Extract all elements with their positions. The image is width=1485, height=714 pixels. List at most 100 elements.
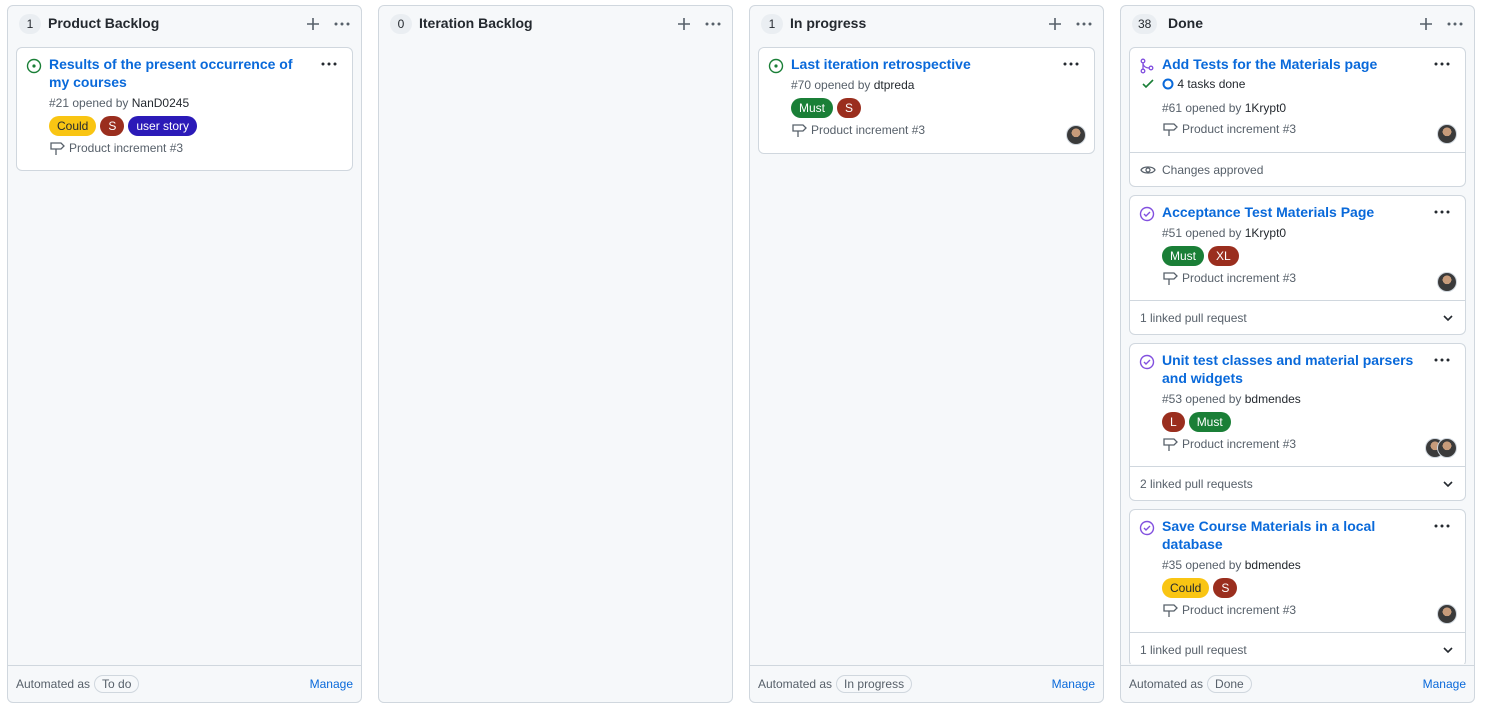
author-link[interactable]: NanD0245 xyxy=(132,96,189,110)
milestone[interactable]: Product increment #3 xyxy=(1162,270,1425,286)
author-link[interactable]: dtpreda xyxy=(874,78,915,92)
card-menu-icon[interactable] xyxy=(1433,60,1451,68)
card-list: Results of the present occurrence of my … xyxy=(16,47,353,664)
milestone-icon xyxy=(792,124,807,137)
column-header: 0 Iteration Backlog xyxy=(379,6,732,44)
plus-icon[interactable] xyxy=(1418,16,1434,32)
card-title-link[interactable]: Unit test classes and material parsers a… xyxy=(1162,351,1425,387)
card-list: Add Tests for the Materials page 4 tasks… xyxy=(1129,47,1466,664)
label-list: Could S xyxy=(1162,578,1425,598)
task-circle-icon xyxy=(1162,78,1174,90)
kebab-horizontal-icon[interactable] xyxy=(1446,16,1464,32)
avatar[interactable] xyxy=(1066,125,1086,145)
card-meta: #51 opened by 1Krypt0 xyxy=(1162,224,1425,242)
task-count: 4 tasks done xyxy=(1177,77,1246,91)
card-list: Last iteration retrospective #70 opened … xyxy=(758,47,1095,664)
card-menu-icon[interactable] xyxy=(1433,208,1451,216)
eye-icon xyxy=(1140,165,1156,174)
avatar[interactable] xyxy=(1437,124,1457,144)
chevron-down-icon xyxy=(1443,480,1453,487)
pull-request-card[interactable]: Add Tests for the Materials page 4 tasks… xyxy=(1129,47,1466,187)
column-footer: Automated as In progress Manage xyxy=(750,665,1103,702)
assignees xyxy=(1437,272,1457,292)
milestone-icon xyxy=(50,142,65,155)
label-user-story[interactable]: user story xyxy=(128,116,198,136)
card-menu-icon[interactable] xyxy=(1433,522,1451,530)
milestone[interactable]: Product increment #3 xyxy=(1162,121,1425,137)
avatar[interactable] xyxy=(1437,438,1457,458)
issue-card[interactable]: Acceptance Test Materials Page #51 opene… xyxy=(1129,195,1466,335)
issue-card[interactable]: Last iteration retrospective #70 opened … xyxy=(758,47,1095,154)
milestone-label: Product increment #3 xyxy=(1182,603,1297,617)
column-title: In progress xyxy=(790,15,867,31)
card-meta: #53 opened by bdmendes xyxy=(1162,390,1425,408)
card-title-link[interactable]: Acceptance Test Materials Page xyxy=(1162,203,1425,221)
milestone[interactable]: Product increment #3 xyxy=(1162,602,1425,618)
author-link[interactable]: bdmendes xyxy=(1245,558,1301,572)
manage-link[interactable]: Manage xyxy=(310,677,353,691)
avatar[interactable] xyxy=(1437,604,1457,624)
label-size-s[interactable]: S xyxy=(1213,578,1238,598)
project-board: 1 Product Backlog Results of the present… xyxy=(0,0,1485,714)
plus-icon[interactable] xyxy=(1047,16,1063,32)
avatar[interactable] xyxy=(1437,272,1457,292)
label-list: Must XL xyxy=(1162,246,1425,266)
card-title-link[interactable]: Results of the present occurrence of my … xyxy=(49,55,312,91)
assignees xyxy=(1066,125,1086,145)
milestone[interactable]: Product increment #3 xyxy=(791,122,1054,138)
card-meta: #61 opened by 1Krypt0 xyxy=(1162,99,1425,117)
card-menu-icon[interactable] xyxy=(1433,356,1451,364)
author-link[interactable]: 1Krypt0 xyxy=(1245,226,1286,240)
issue-closed-icon xyxy=(1139,354,1155,370)
issue-card[interactable]: Results of the present occurrence of my … xyxy=(16,47,353,171)
column-header: 1 In progress xyxy=(750,6,1103,44)
column-count: 1 xyxy=(19,14,41,34)
label-could[interactable]: Could xyxy=(1162,578,1210,598)
milestone[interactable]: Product increment #3 xyxy=(49,140,312,156)
linked-pr-toggle[interactable]: 2 linked pull requests xyxy=(1130,466,1465,500)
plus-icon[interactable] xyxy=(305,16,321,32)
author-link[interactable]: bdmendes xyxy=(1245,392,1301,406)
card-title-link[interactable]: Add Tests for the Materials page xyxy=(1162,55,1425,73)
author-link[interactable]: 1Krypt0 xyxy=(1245,101,1286,115)
plus-icon[interactable] xyxy=(676,16,692,32)
label-could[interactable]: Could xyxy=(49,116,97,136)
pr-number: #61 opened by xyxy=(1162,101,1242,115)
label-must[interactable]: Must xyxy=(1162,246,1205,266)
review-status-label: Changes approved xyxy=(1162,162,1264,177)
label-must[interactable]: Must xyxy=(1188,412,1231,432)
kebab-horizontal-icon[interactable] xyxy=(704,16,722,32)
card-meta: #70 opened by dtpreda xyxy=(791,76,1054,94)
card-title-link[interactable]: Last iteration retrospective xyxy=(791,55,1054,73)
issue-card[interactable]: Unit test classes and material parsers a… xyxy=(1129,343,1466,501)
label-size-s[interactable]: S xyxy=(837,98,862,118)
manage-link[interactable]: Manage xyxy=(1423,677,1466,691)
automation-badge: To do xyxy=(94,675,140,693)
automation-badge: In progress xyxy=(836,675,913,693)
chevron-down-icon xyxy=(1443,314,1453,321)
manage-link[interactable]: Manage xyxy=(1052,677,1095,691)
label-size-xl[interactable]: XL xyxy=(1208,246,1239,266)
milestone[interactable]: Product increment #3 xyxy=(1162,436,1425,452)
label-size-l[interactable]: L xyxy=(1162,412,1185,432)
milestone-label: Product increment #3 xyxy=(1182,122,1297,136)
milestone-label: Product increment #3 xyxy=(1182,271,1297,285)
issue-number: #51 opened by xyxy=(1162,226,1242,240)
linked-pr-toggle[interactable]: 1 linked pull request xyxy=(1130,300,1465,334)
column-header: 1 Product Backlog xyxy=(8,6,361,44)
issue-number: #21 opened by xyxy=(49,96,129,110)
issue-number: #70 opened by xyxy=(791,78,871,92)
card-meta: #21 opened by NanD0245 xyxy=(49,94,312,112)
kebab-horizontal-icon[interactable] xyxy=(333,16,351,32)
card-menu-icon[interactable] xyxy=(1062,60,1080,68)
column-title: Product Backlog xyxy=(48,15,160,31)
milestone-label: Product increment #3 xyxy=(1182,437,1297,451)
card-menu-icon[interactable] xyxy=(320,60,338,68)
issue-card[interactable]: Save Course Materials in a local databas… xyxy=(1129,509,1466,664)
label-size-s[interactable]: S xyxy=(100,116,125,136)
kebab-horizontal-icon[interactable] xyxy=(1075,16,1093,32)
card-title-link[interactable]: Save Course Materials in a local databas… xyxy=(1162,517,1425,553)
linked-pr-toggle[interactable]: 1 linked pull request xyxy=(1130,632,1465,664)
label-must[interactable]: Must xyxy=(791,98,834,118)
column-count: 1 xyxy=(761,14,783,34)
